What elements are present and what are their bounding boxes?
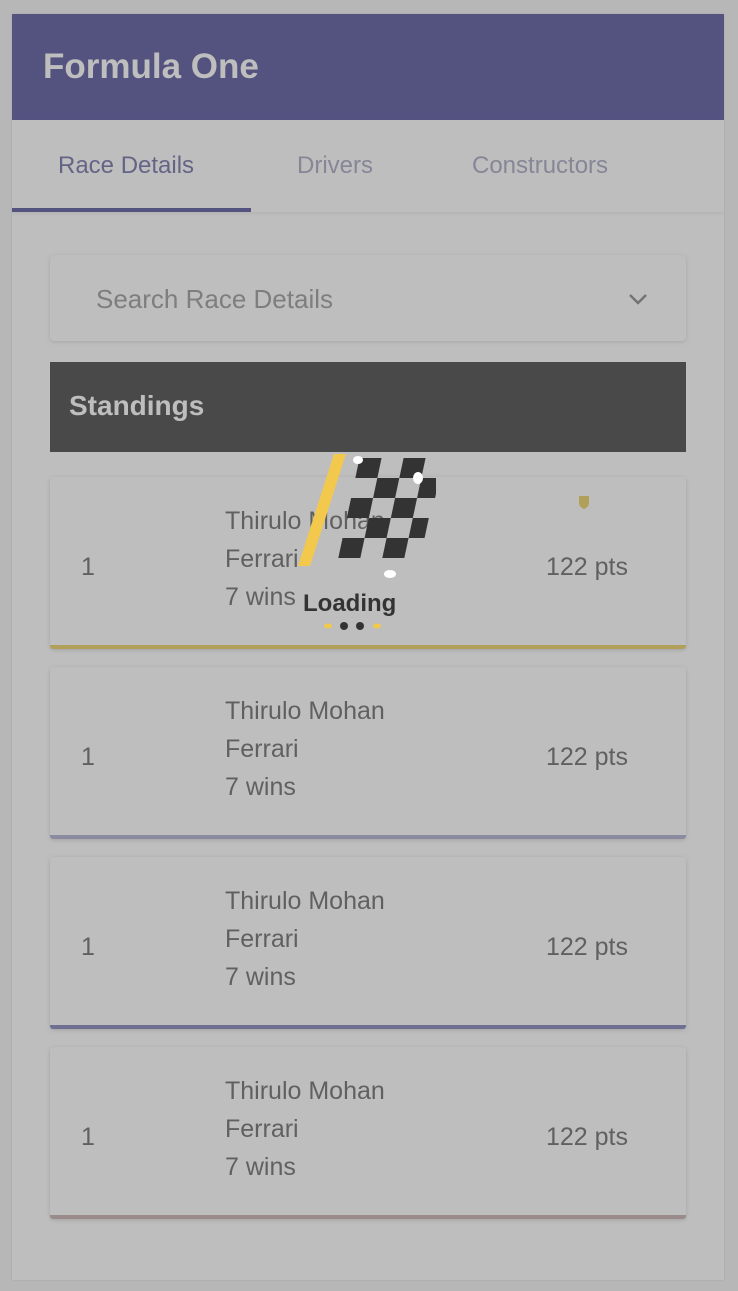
loading-dots-icon (324, 622, 381, 630)
loading-indicator: Loading (296, 450, 436, 640)
loading-overlay (0, 0, 738, 1291)
checkered-flag-icon (298, 454, 436, 578)
loading-label: Loading (303, 590, 397, 617)
